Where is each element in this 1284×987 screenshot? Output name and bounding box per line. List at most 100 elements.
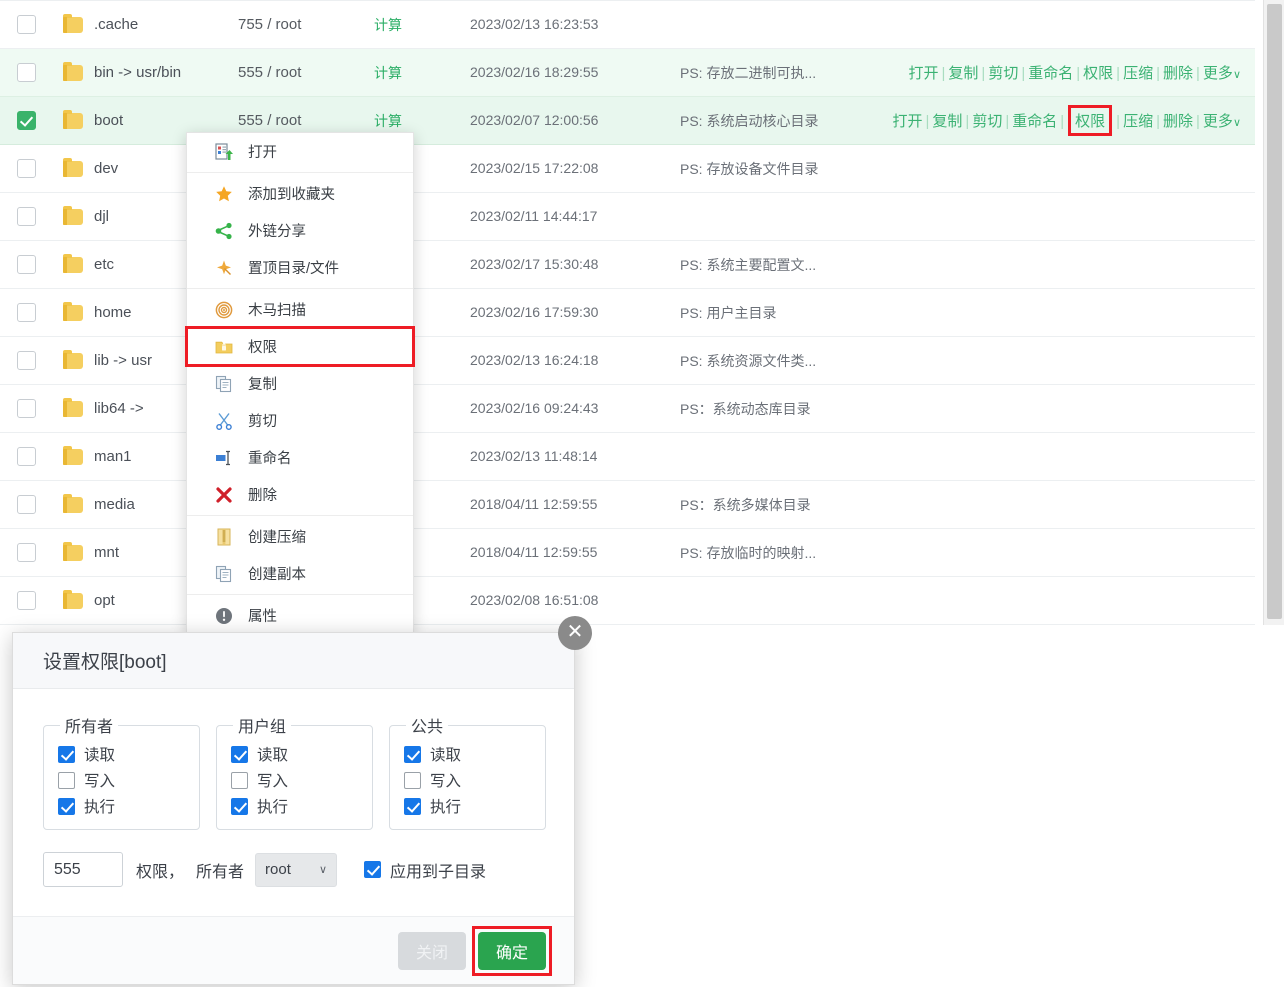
menu-item-1[interactable]: 添加到收藏夹 (187, 175, 413, 212)
menu-item-4[interactable]: 木马扫描 (187, 291, 413, 328)
action-7[interactable]: 更多∨ (1203, 65, 1241, 82)
apply-to-subdirs-checkbox[interactable]: 应用到子目录 (364, 858, 486, 882)
table-row[interactable]: .cache 755 / root 计算 2023/02/13 16:23:53 (0, 0, 1255, 49)
file-name[interactable]: home (94, 304, 132, 321)
permission-input[interactable] (43, 852, 123, 887)
row-checkbox[interactable] (16, 303, 36, 322)
permission-option-box[interactable] (404, 797, 421, 815)
action-4[interactable]: 权限 (1083, 65, 1113, 82)
menu-item-9[interactable]: 删除 (187, 476, 413, 513)
permission-option-1-0[interactable]: 读取 (231, 741, 372, 767)
permission-option-2-0[interactable]: 读取 (404, 741, 545, 767)
permission-option-box[interactable] (231, 745, 248, 763)
permission-option-2-2[interactable]: 执行 (404, 793, 545, 819)
row-checkbox-cell[interactable] (0, 576, 52, 625)
permission-option-box[interactable] (58, 745, 75, 763)
file-name[interactable]: dev (94, 160, 118, 177)
context-menu[interactable]: 打开 添加到收藏夹 外链分享 置顶目录/文件 木马扫描 权限 复制 剪切 重命名… (185, 132, 415, 635)
row-checkbox-cell[interactable] (0, 528, 52, 577)
close-icon[interactable]: ✕ (558, 616, 592, 650)
row-checkbox[interactable] (16, 159, 36, 178)
row-actions-cell[interactable] (870, 144, 1255, 193)
confirm-button[interactable]: 确定 (478, 931, 546, 970)
action-4[interactable]: 权限 (1068, 105, 1113, 136)
file-name[interactable]: djl (94, 208, 109, 225)
row-checkbox[interactable] (16, 543, 36, 562)
calculate-size-link[interactable]: 计算 (374, 113, 402, 129)
row-checkbox[interactable] (16, 15, 36, 34)
row-checkbox-cell[interactable] (0, 480, 52, 529)
permission-option-1-1[interactable]: 写入 (231, 767, 372, 793)
row-checkbox[interactable] (16, 63, 36, 82)
permission-option-box[interactable] (58, 771, 75, 789)
row-name-cell[interactable]: bin -> usr/bin (94, 48, 238, 97)
action-7[interactable]: 更多∨ (1203, 113, 1241, 130)
row-checkbox[interactable] (16, 399, 36, 418)
action-0[interactable]: 打开 (908, 65, 938, 82)
action-5[interactable]: 压缩 (1123, 113, 1153, 130)
permission-option-2-1[interactable]: 写入 (404, 767, 545, 793)
row-checkbox-cell[interactable] (0, 144, 52, 193)
row-checkbox[interactable] (16, 255, 36, 274)
row-checkbox-cell[interactable] (0, 384, 52, 433)
action-3[interactable]: 重命名 (1028, 65, 1073, 82)
permission-option-box[interactable] (231, 771, 248, 789)
action-1[interactable]: 复制 (948, 65, 978, 82)
file-name[interactable]: opt (94, 592, 115, 609)
permission-option-box[interactable] (404, 745, 421, 763)
menu-item-12[interactable]: 属性 (187, 597, 413, 634)
scrollbar-thumb[interactable] (1267, 4, 1282, 619)
file-name[interactable]: .cache (94, 16, 138, 33)
row-checkbox-cell[interactable] (0, 288, 52, 337)
row-actions-cell[interactable] (870, 480, 1255, 529)
row-checkbox[interactable] (16, 447, 36, 466)
action-3[interactable]: 重命名 (1012, 113, 1057, 130)
row-checkbox-cell[interactable] (0, 96, 52, 145)
row-actions-cell[interactable] (870, 384, 1255, 433)
row-actions-cell[interactable] (870, 240, 1255, 289)
menu-item-0[interactable]: 打开 (187, 133, 413, 170)
row-checkbox[interactable] (16, 207, 36, 226)
row-actions-cell[interactable] (870, 192, 1255, 241)
permission-option-box[interactable] (231, 797, 248, 815)
row-checkbox-cell[interactable] (0, 48, 52, 97)
row-checkbox[interactable] (16, 351, 36, 370)
file-name[interactable]: boot (94, 112, 123, 129)
menu-item-5[interactable]: 权限 (185, 326, 415, 367)
file-name[interactable]: etc (94, 256, 114, 273)
permission-option-0-0[interactable]: 读取 (58, 741, 199, 767)
apply-to-subdirs-box[interactable] (364, 861, 382, 878)
action-2[interactable]: 剪切 (988, 65, 1018, 82)
row-actions-cell[interactable] (870, 432, 1255, 481)
vertical-scrollbar[interactable] (1263, 0, 1284, 625)
row-size-cell[interactable]: 计算 (374, 48, 470, 97)
file-name[interactable]: lib64 -> (94, 400, 144, 417)
row-actions-cell[interactable]: 打开 | 复制 | 剪切 | 重命名 | 权限 | 压缩 | 删除 | 更多∨ (870, 48, 1255, 97)
row-actions-cell[interactable] (870, 288, 1255, 337)
action-6[interactable]: 删除 (1163, 65, 1193, 82)
calculate-size-link[interactable]: 计算 (374, 17, 402, 33)
file-name[interactable]: mnt (94, 544, 119, 561)
menu-item-11[interactable]: 创建副本 (187, 555, 413, 592)
file-name[interactable]: media (94, 496, 135, 513)
action-1[interactable]: 复制 (932, 113, 962, 130)
owner-select[interactable]: root ∨ (255, 852, 338, 887)
table-row[interactable]: bin -> usr/bin 555 / root 计算 2023/02/16 … (0, 48, 1255, 97)
menu-item-2[interactable]: 外链分享 (187, 212, 413, 249)
menu-item-10[interactable]: 创建压缩 (187, 518, 413, 555)
action-5[interactable]: 压缩 (1123, 65, 1153, 82)
action-6[interactable]: 删除 (1163, 113, 1193, 130)
row-actions-cell[interactable] (870, 528, 1255, 577)
row-actions-cell[interactable] (870, 336, 1255, 385)
row-checkbox[interactable] (16, 495, 36, 514)
row-actions-cell[interactable]: 打开 | 复制 | 剪切 | 重命名 | 权限 | 压缩 | 删除 | 更多∨ (870, 96, 1255, 145)
row-checkbox-cell[interactable] (0, 336, 52, 385)
permission-option-0-2[interactable]: 执行 (58, 793, 199, 819)
file-name[interactable]: bin -> usr/bin (94, 64, 181, 81)
row-checkbox-cell[interactable] (0, 0, 52, 49)
row-checkbox[interactable] (16, 111, 36, 130)
menu-item-6[interactable]: 复制 (187, 365, 413, 402)
close-button[interactable]: 关闭 (398, 931, 466, 970)
row-actions-cell[interactable] (870, 0, 1255, 49)
permission-option-box[interactable] (58, 797, 75, 815)
